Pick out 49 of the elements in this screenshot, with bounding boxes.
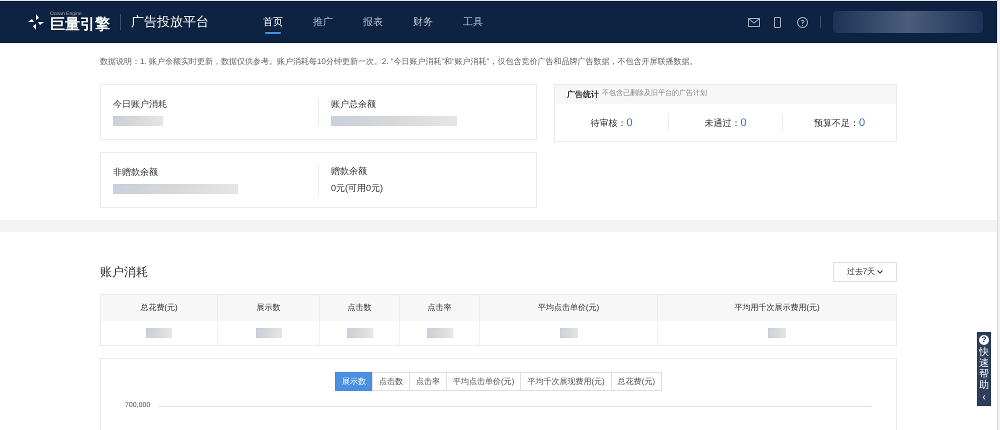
blurred-value [113,116,163,126]
chart-tab[interactable]: 总花费(元) [610,372,662,391]
balance-label: 非赠款余额 [113,166,159,180]
platform-title: 广告投放平台 [131,13,209,32]
help-icon: ? [979,335,989,345]
quick-help-tab[interactable]: ? 快速帮助 ‹ [977,332,991,406]
column-header: 展示数 [217,295,319,321]
section-title: 账户消耗 [100,264,148,281]
stat-value: 0 [626,116,633,131]
blurred-value [560,328,578,338]
range-dropdown[interactable]: 过去7天 [833,262,897,282]
blurred-value [768,328,786,338]
blurred-value [346,328,372,338]
nav-tab[interactable]: 财务 [409,1,437,43]
nav-tab[interactable]: 首页 [259,1,287,43]
stat-label: 预算不足： [814,116,859,130]
phone-icon[interactable] [774,16,781,28]
column-header: 平均用千次展示费用(元) [657,295,896,321]
column-header: 平均点击单价(元) [479,295,657,321]
quick-help-label: 快速帮助 [979,347,989,391]
stat-label: 待审核： [590,116,626,130]
ad-stats-title: 广告统计 [567,88,599,100]
balance-label: 账户总余额 [331,98,377,112]
chart-tab[interactable]: 平均千次展现费用(元) [520,372,612,391]
chart-tab[interactable]: 点击数 [372,372,410,391]
stat-value: 0 [858,116,866,131]
nav-tab[interactable]: 报表 [359,1,387,43]
balance-label: 赠款余额 [331,164,368,178]
stat-label: 未通过： [704,116,740,130]
chart-tab[interactable]: 平均点击单价(元) [446,372,522,391]
nav-tab[interactable]: 工具 [459,1,487,43]
logo-icon [26,12,46,32]
balance-label: 今日账户消耗 [113,98,168,112]
chart-tab[interactable]: 点击率 [409,372,447,391]
column-header: 点击率 [399,295,479,321]
mail-icon[interactable] [748,18,760,26]
column-header: 总花费(元) [139,302,179,314]
collapse-arrow: ‹ [982,393,986,403]
column-header: 点击数 [319,295,399,321]
blurred-value [426,328,452,338]
data-notice: 数据说明：1. 账户余额实时更新，数据仅供参考。账户消耗每10分钟更新一次。2. “今日账户消耗”和“账户消耗”，仅包含竞价广告和品牌广告数据，不包含开屏联播数据。 [100,56,698,68]
blurred-value [256,328,282,338]
stat-value: 0 [740,116,747,131]
nav-tab[interactable]: 推广 [309,1,337,43]
blurred-value [146,328,172,338]
logo-text: 巨量引擎 [50,17,110,32]
caret-icon [877,270,884,274]
help-icon[interactable] [797,16,808,28]
balance-value: 0元(可用0元) [331,182,384,195]
